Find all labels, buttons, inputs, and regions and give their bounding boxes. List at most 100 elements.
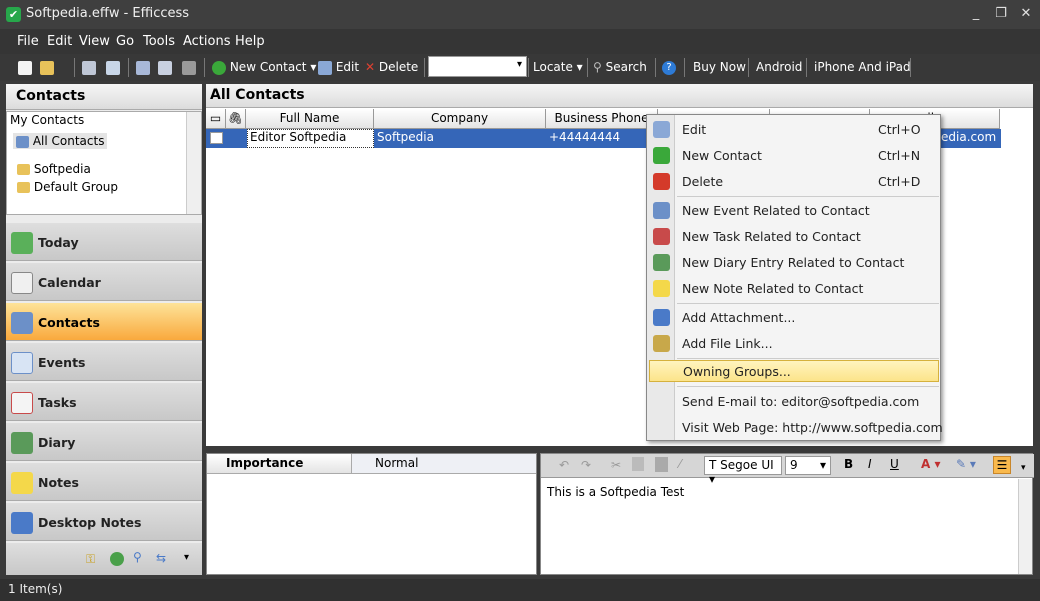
menu-tools[interactable]: Tools xyxy=(143,34,175,49)
cut-icon[interactable]: ✂ xyxy=(611,458,621,472)
undo-icon[interactable]: ↶ xyxy=(559,458,569,472)
bold-icon[interactable]: B xyxy=(844,457,853,471)
menu-item-new-diary[interactable]: New Diary Entry Related to Contact xyxy=(647,249,940,275)
cell-full-name[interactable]: Editor Softpedia xyxy=(247,129,374,148)
copy-icon[interactable] xyxy=(158,60,172,75)
menu-item-new-contact[interactable]: New Contact Ctrl+N xyxy=(647,142,940,168)
minimize-button[interactable]: _ xyxy=(966,5,986,23)
nav-today[interactable]: Today xyxy=(6,223,202,261)
nav-notes[interactable]: Notes xyxy=(6,463,202,501)
column-full-name[interactable]: Full Name xyxy=(246,109,374,129)
nav-diary[interactable]: Diary xyxy=(6,423,202,461)
italic-icon[interactable]: I xyxy=(868,457,872,471)
locate-button[interactable]: Locate ▾ xyxy=(533,57,583,78)
menu-item-label: New Event Related to Contact xyxy=(682,203,870,218)
font-family-select[interactable]: T Segoe UI ▾ xyxy=(704,456,782,486)
nav-label: Calendar xyxy=(38,275,101,290)
nav-calendar[interactable]: Calendar xyxy=(6,263,202,301)
nav-events[interactable]: Events xyxy=(6,343,202,381)
sync-icon[interactable]: ⇆ xyxy=(156,551,166,565)
chevron-down-icon[interactable]: ▾ xyxy=(184,552,189,563)
key-icon[interactable]: ⚿ xyxy=(86,552,95,567)
locate-combobox[interactable]: ▾ xyxy=(428,56,527,77)
preview-icon[interactable] xyxy=(106,60,120,75)
print-icon[interactable] xyxy=(82,60,96,75)
menu-view[interactable]: View xyxy=(79,34,110,49)
separator xyxy=(74,58,75,77)
redo-icon[interactable]: ↷ xyxy=(581,458,591,472)
attachment-icon[interactable]: 🖇 xyxy=(226,109,246,129)
menu-item-add-file-link[interactable]: Add File Link... xyxy=(647,330,940,356)
new-file-icon[interactable] xyxy=(18,60,32,75)
menu-item-add-attachment[interactable]: Add Attachment... xyxy=(647,304,940,330)
cell-business-phone[interactable]: +44444444 xyxy=(549,130,620,144)
cell-email[interactable]: edia.com xyxy=(941,130,996,144)
highlight-icon[interactable]: ✎ ▾ xyxy=(956,457,976,471)
paste-icon[interactable] xyxy=(182,60,196,75)
menu-item-send-email[interactable]: Send E-mail to: editor@softpedia.com xyxy=(647,388,940,414)
new-contact-label: New Contact xyxy=(229,60,307,74)
pane-title: Contacts xyxy=(6,84,202,110)
clear-format-icon[interactable]: ⁄ xyxy=(679,457,681,471)
separator xyxy=(528,58,529,77)
file-icon[interactable]: ▭ xyxy=(206,109,226,129)
align-left-icon[interactable]: ☰ xyxy=(993,456,1011,474)
menu-actions[interactable]: Actions xyxy=(183,34,231,49)
menu-item-owning-groups[interactable]: Owning Groups... xyxy=(649,360,939,382)
menu-go[interactable]: Go xyxy=(116,34,134,49)
edit-button[interactable]: Edit xyxy=(318,57,359,78)
iphone-button[interactable]: iPhone And iPad xyxy=(814,57,911,78)
paste-icon[interactable] xyxy=(655,457,668,472)
chevron-down-icon[interactable]: ▾ xyxy=(517,59,522,70)
menu-item-label: Owning Groups... xyxy=(683,364,791,379)
menu-item-visit-web-page[interactable]: Visit Web Page: http://www.softpedia.com xyxy=(647,414,943,440)
menu-item-new-note[interactable]: New Note Related to Contact xyxy=(647,275,940,301)
chevron-down-icon[interactable]: ▾ xyxy=(1021,463,1026,473)
menu-item-new-task[interactable]: New Task Related to Contact xyxy=(647,223,940,249)
cell-company[interactable]: Softpedia xyxy=(377,130,434,144)
android-button[interactable]: Android xyxy=(756,57,802,78)
editor-scrollbar[interactable] xyxy=(1018,479,1032,574)
close-button[interactable]: ✕ xyxy=(1016,5,1036,23)
nav-desktop-notes[interactable]: Desktop Notes xyxy=(6,503,202,541)
buy-now-button[interactable]: Buy Now xyxy=(693,57,746,78)
menu-item-label: New Note Related to Contact xyxy=(682,281,864,296)
delete-button[interactable]: ✕ Delete xyxy=(365,57,418,78)
underline-icon[interactable]: U xyxy=(890,457,899,471)
menu-item-new-event[interactable]: New Event Related to Contact xyxy=(647,197,940,223)
tree-item-softpedia[interactable]: Softpedia xyxy=(17,162,91,176)
menu-item-label: Delete xyxy=(682,174,724,189)
menu-edit[interactable]: Edit xyxy=(47,34,72,49)
cut-icon[interactable] xyxy=(136,60,150,75)
column-business-phone[interactable]: Business Phone xyxy=(546,109,658,129)
tree-scrollbar[interactable] xyxy=(186,112,201,214)
menu-file[interactable]: File xyxy=(17,34,39,49)
font-size-select[interactable]: 9 ▾ xyxy=(785,456,831,475)
menu-item-label: New Diary Entry Related to Contact xyxy=(682,255,905,270)
tree-item-all-contacts[interactable]: All Contacts xyxy=(13,133,108,149)
font-color-icon[interactable]: A ▾ xyxy=(921,457,941,471)
help-icon[interactable]: ? xyxy=(662,60,676,75)
menu-item-label: Edit xyxy=(682,122,707,137)
menu-item-edit[interactable]: Edit Ctrl+O xyxy=(647,116,940,142)
plus-icon xyxy=(653,147,670,164)
nav-contacts[interactable]: Contacts xyxy=(6,303,202,341)
new-contact-button[interactable]: New Contact ▾ xyxy=(212,57,316,78)
menu-help[interactable]: Help xyxy=(235,34,265,49)
tree-item-default-group[interactable]: Default Group xyxy=(17,180,118,194)
search-button[interactable]: ⚲ Search xyxy=(593,57,647,78)
nav-tasks[interactable]: Tasks xyxy=(6,383,202,421)
importance-value[interactable]: Normal xyxy=(352,454,536,474)
copy-icon[interactable] xyxy=(632,457,644,471)
menu-item-delete[interactable]: Delete Ctrl+D xyxy=(647,168,940,194)
details-panel: Importance Normal xyxy=(206,453,537,575)
contacts-icon xyxy=(16,135,29,148)
globe-icon[interactable] xyxy=(110,552,124,566)
restore-button[interactable]: ❐ xyxy=(991,5,1011,23)
search-icon[interactable]: ⚲ xyxy=(133,550,142,564)
open-folder-icon[interactable] xyxy=(40,60,54,75)
column-company[interactable]: Company xyxy=(374,109,546,129)
separator xyxy=(910,58,911,77)
note-text[interactable]: This is a Softpedia Test xyxy=(547,485,684,499)
field-label: Importance xyxy=(207,454,352,474)
